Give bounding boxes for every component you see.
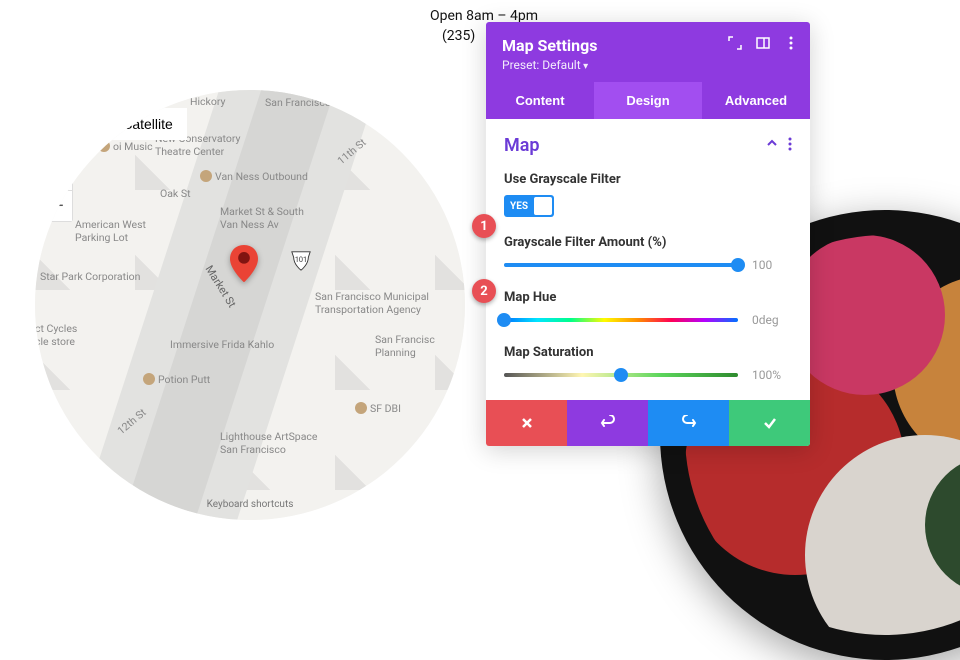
map-type-satellite-button[interactable]: Satellite: [109, 108, 187, 140]
map-type-map-button[interactable]: Map: [53, 108, 109, 140]
more-icon[interactable]: [784, 36, 798, 50]
poi-sf-dbi: SF DBI: [355, 402, 401, 415]
map-saturation-label: Map Saturation: [504, 345, 792, 360]
zoom-control: + −: [43, 160, 73, 222]
map-hue-slider[interactable]: [504, 318, 738, 322]
map-pin-icon[interactable]: [230, 245, 258, 273]
poi-planning: San Francisc Planning: [375, 333, 435, 359]
tab-content[interactable]: Content: [486, 82, 594, 119]
poi-lighthouse: Lighthouse ArtSpace San Francisco: [220, 430, 317, 456]
dock-icon[interactable]: [756, 36, 770, 50]
map-saturation-slider[interactable]: [504, 373, 738, 377]
redo-button[interactable]: [648, 400, 729, 446]
callout-1: 1: [472, 214, 496, 238]
grayscale-amount-value[interactable]: 100: [752, 258, 792, 272]
preset-dropdown[interactable]: Preset: Default: [502, 58, 794, 72]
callout-2: 2: [472, 279, 496, 303]
map-type-control: Map Satellite: [53, 108, 187, 140]
undo-button[interactable]: [567, 400, 648, 446]
map-hue-value[interactable]: 0deg: [752, 313, 792, 327]
keyboard-shortcuts-link[interactable]: Keyboard shortcuts: [207, 499, 294, 510]
fullscreen-icon[interactable]: [417, 108, 447, 138]
poi-ct-cycles: ct Cycles cle store: [35, 322, 77, 348]
poi-star-park: Star Park Corporation: [40, 270, 140, 283]
grayscale-amount-label: Grayscale Filter Amount (%): [504, 235, 792, 250]
poi-van-ness: Van Ness Outbound: [200, 170, 308, 183]
zoom-in-button[interactable]: +: [44, 161, 72, 191]
close-button[interactable]: [486, 400, 567, 446]
panel-tabs: Content Design Advanced: [486, 82, 810, 119]
poi-oak-st: Oak St: [160, 187, 191, 200]
panel-footer: [486, 400, 810, 446]
poi-public-works: San Francisco City Public Works: [265, 96, 415, 109]
collapse-section-icon[interactable]: [766, 137, 778, 155]
section-more-icon[interactable]: [788, 137, 792, 155]
grayscale-filter-label: Use Grayscale Filter: [504, 172, 792, 187]
expand-icon[interactable]: [728, 36, 742, 50]
grayscale-filter-toggle[interactable]: YES: [504, 195, 554, 217]
tab-design[interactable]: Design: [594, 82, 702, 119]
save-button[interactable]: [729, 400, 810, 446]
poi-muni: San Francisco Municipal Transportation A…: [315, 290, 429, 316]
panel-header: Map Settings Preset: Default: [486, 22, 810, 82]
map-hue-label: Map Hue: [504, 290, 792, 305]
section-title-map: Map: [504, 135, 540, 156]
poi-american-west: American West Parking Lot: [75, 218, 146, 244]
settings-panel: Map Settings Preset: Default Content Des…: [486, 22, 810, 446]
grayscale-amount-slider[interactable]: [504, 263, 738, 267]
toggle-yes-label: YES: [510, 201, 528, 212]
poi-market-st: Market St & South Van Ness Av: [220, 205, 304, 231]
highway-101-shield: 101: [290, 250, 312, 272]
svg-text:101: 101: [295, 255, 307, 264]
poi-music: oi Music: [98, 140, 153, 153]
poi-hickory: Hickory: [190, 95, 225, 108]
tab-advanced[interactable]: Advanced: [702, 82, 810, 119]
zoom-out-button[interactable]: −: [44, 191, 72, 221]
poi-potion: Potion Putt: [143, 373, 210, 386]
map-container[interactable]: Map Satellite + − San Francisco City Pub…: [35, 90, 465, 520]
map-saturation-value[interactable]: 100%: [752, 368, 792, 382]
poi-frida: Immersive Frida Kahlo: [170, 338, 274, 351]
